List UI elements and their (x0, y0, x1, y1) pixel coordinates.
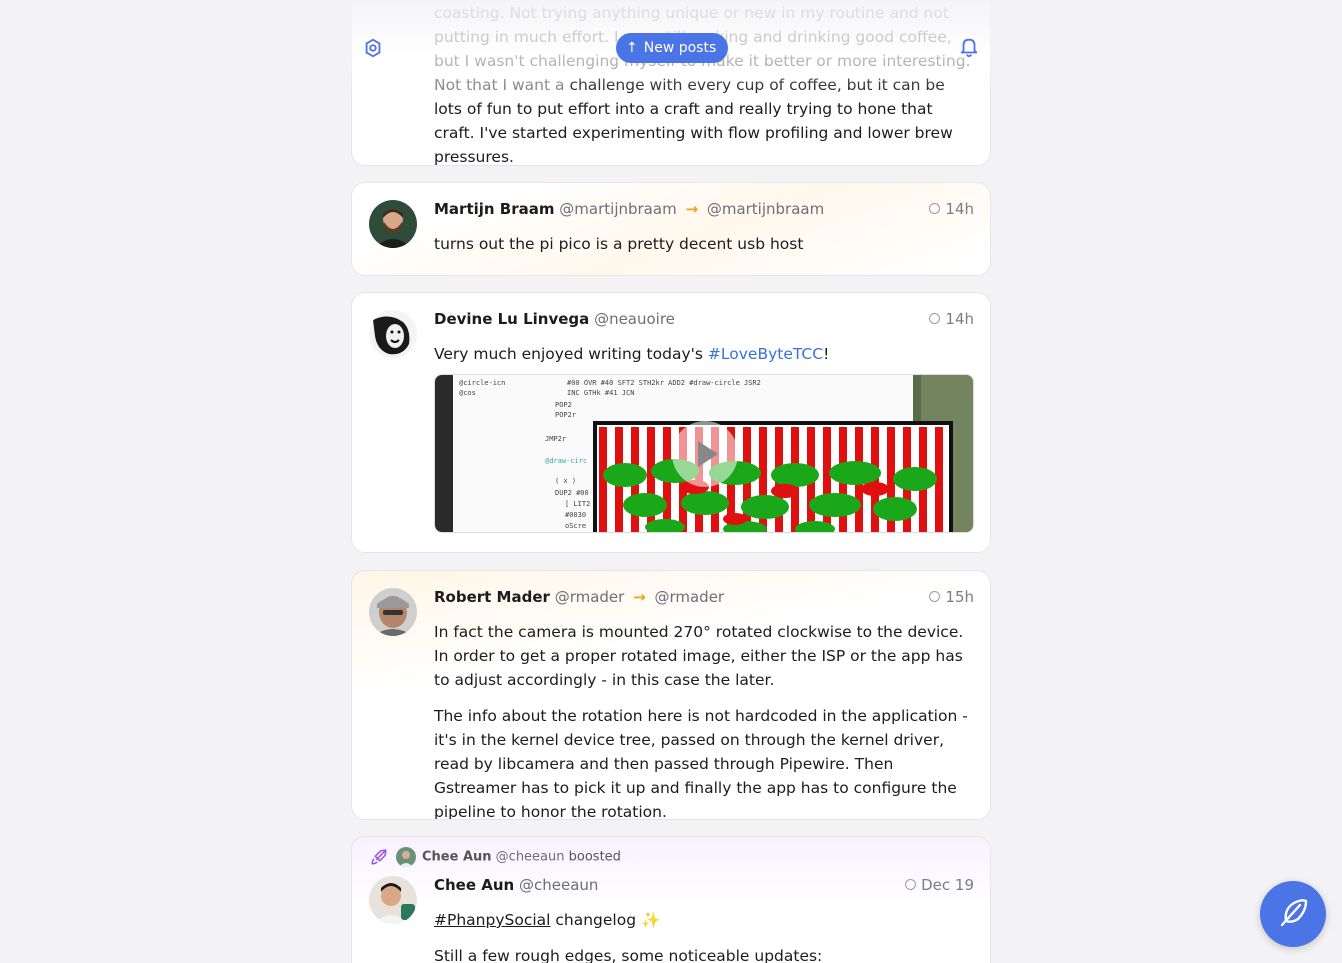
status-time[interactable]: 15h (929, 588, 974, 606)
globe-icon (905, 879, 917, 890)
feather-icon (1280, 899, 1308, 927)
svg-text:INC GTHk #41 JCN: INC GTHk #41 JCN (567, 389, 634, 397)
reply-to-handle[interactable]: @rmader (654, 588, 724, 606)
booster-avatar[interactable] (396, 847, 416, 867)
status-card[interactable]: Robert Mader @rmader → @rmader 15h In fa… (351, 570, 991, 820)
status-time[interactable]: 14h (929, 200, 974, 218)
svg-text:POP2: POP2 (555, 401, 572, 409)
status-meta: Chee Aun @cheeaun Dec 19 (434, 876, 974, 900)
status-text: turns out the pi pico is a pretty decent… (434, 235, 804, 253)
status-card[interactable]: Martijn Braam @martijnbraam → @martijnbr… (351, 182, 991, 276)
avatar[interactable] (369, 200, 417, 248)
author-handle[interactable]: @cheeaun (519, 876, 598, 894)
status-card[interactable]: Chee Aun @cheeaun boosted Chee Aun @chee… (351, 836, 991, 963)
boosted-label: boosted (568, 849, 621, 865)
svg-text:( x ): ( x ) (555, 477, 576, 485)
status-meta: Robert Mader @rmader → @rmader 15h (434, 588, 974, 612)
status-card[interactable]: Devine Lu Linvega @neauoire 14h Very muc… (351, 292, 991, 553)
status-content: Chee Aun @cheeaun Dec 19 #PhanpySocial c… (434, 876, 974, 963)
status-content: coasting. Not trying anything unique or … (434, 1, 974, 165)
status-content: Robert Mader @rmader → @rmader 15h In fa… (434, 588, 974, 820)
author-handle[interactable]: @martijnbraam (559, 200, 676, 218)
author-name[interactable]: Robert Mader (434, 588, 550, 606)
globe-icon (929, 313, 941, 324)
compose-button[interactable] (1260, 881, 1326, 947)
booster-name[interactable]: Chee Aun (422, 850, 492, 865)
avatar[interactable] (369, 310, 417, 358)
status-meta: Martijn Braam @martijnbraam → @martijnbr… (434, 200, 974, 224)
status-card[interactable]: coasting. Not trying anything unique or … (351, 0, 991, 166)
play-icon[interactable] (672, 421, 738, 487)
reply-arrow-icon: → (633, 588, 646, 606)
status-time[interactable]: Dec 19 (905, 876, 974, 894)
author-handle[interactable]: @rmader (555, 588, 625, 606)
svg-text:[ LIT2: [ LIT2 (565, 500, 590, 508)
status-content: Martijn Braam @martijnbraam → @martijnbr… (434, 200, 974, 256)
svg-text:#0030: #0030 (565, 511, 586, 519)
status-time[interactable]: 14h (929, 310, 974, 328)
status-text: Still a few rough edges, some noticeable… (434, 947, 823, 963)
avatar[interactable] (369, 876, 417, 924)
svg-text:JMP2r: JMP2r (545, 435, 566, 443)
author-name[interactable]: Martijn Braam (434, 200, 555, 218)
author-name[interactable]: Chee Aun (434, 876, 514, 894)
reply-to-handle[interactable]: @martijnbraam (707, 200, 824, 218)
author-name[interactable]: Devine Lu Linvega (434, 310, 589, 328)
video-attachment[interactable]: @circle-icn @cos #00 OVR #40 SFT2 STH2kr… (434, 374, 974, 533)
svg-text:POP2r: POP2r (555, 411, 576, 419)
status-text: In fact the camera is mounted 270° rotat… (434, 620, 974, 820)
new-posts-button[interactable]: ↑ New posts (616, 33, 729, 63)
status-text: #PhanpySocial changelog ✨ (434, 911, 661, 929)
svg-text:oScre: oScre (565, 522, 586, 530)
arrow-up-icon: ↑ (626, 40, 638, 56)
globe-icon (929, 203, 941, 214)
svg-text:@cos: @cos (459, 389, 476, 397)
avatar[interactable] (369, 588, 417, 636)
author-handle[interactable]: @neauoire (594, 310, 675, 328)
hashtag-link[interactable]: #PhanpySocial (434, 911, 550, 929)
gear-icon[interactable] (362, 37, 384, 59)
svg-text:DUP2 #00: DUP2 #00 (555, 489, 589, 497)
status-content: Devine Lu Linvega @neauoire 14h Very muc… (434, 310, 974, 533)
svg-text:@circle-icn: @circle-icn (459, 379, 505, 387)
status-meta: Devine Lu Linvega @neauoire 14h (434, 310, 974, 334)
status-text: Very much enjoyed writing today's #LoveB… (434, 345, 830, 363)
globe-icon (929, 591, 941, 602)
svg-text:#00 OVR #40 SFT2 STH2kr ADD2 #: #00 OVR #40 SFT2 STH2kr ADD2 #draw-circl… (567, 379, 761, 387)
rocket-icon (370, 848, 388, 866)
hashtag-link[interactable]: #LoveByteTCC (708, 345, 823, 363)
reply-arrow-icon: → (685, 200, 699, 218)
bell-icon[interactable] (958, 36, 980, 58)
booster-handle[interactable]: @cheeaun (496, 850, 565, 865)
status-paragraph: The info about the rotation here is not … (434, 707, 968, 820)
svg-text:@draw-circ: @draw-circ (545, 457, 587, 465)
boost-header: Chee Aun @cheeaun boosted (370, 847, 621, 867)
status-paragraph: In fact the camera is mounted 270° rotat… (434, 623, 964, 689)
